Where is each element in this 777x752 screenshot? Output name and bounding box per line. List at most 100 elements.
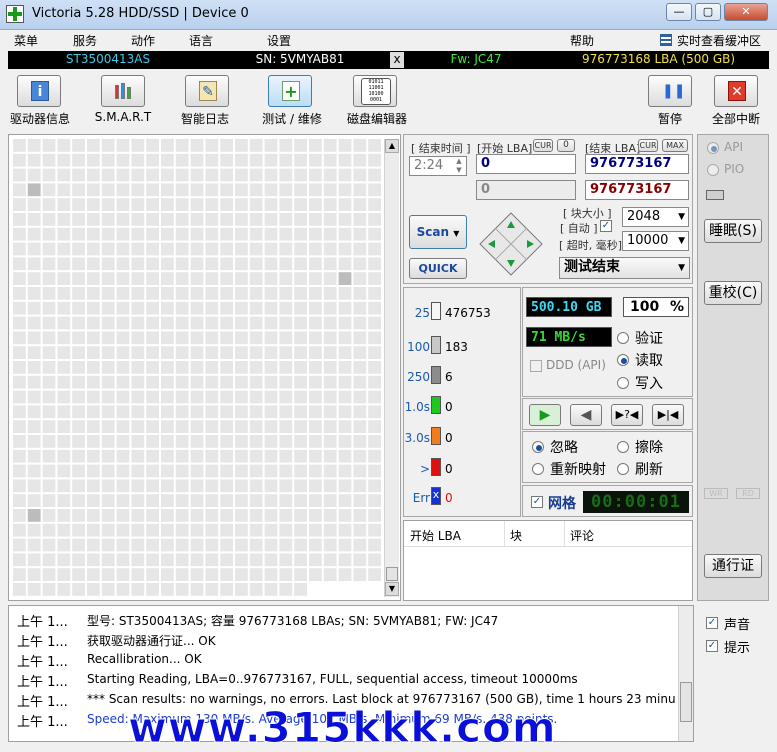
sector-cell [161, 242, 174, 256]
sector-cell [338, 139, 352, 152]
menu-item-action[interactable]: 动作 [131, 32, 155, 49]
sound-checkbox[interactable]: ✓ [706, 617, 718, 629]
sector-cell [190, 420, 204, 433]
sector-cell [294, 153, 307, 167]
api-radio[interactable] [707, 142, 719, 154]
minimize-button[interactable]: — [666, 3, 692, 21]
block-size-select[interactable]: 2048 ▼ [622, 207, 689, 227]
clear-drive-button[interactable]: x [390, 52, 404, 68]
quick-button[interactable]: QUICK [409, 258, 467, 279]
scan-button[interactable]: Scan ▼ [409, 215, 467, 249]
sector-cell [13, 346, 26, 359]
start-cur-button[interactable]: CUR [533, 139, 553, 152]
time-spinner-icon[interactable]: ▲ ▼ [453, 157, 465, 175]
sector-cell [72, 331, 85, 345]
ddd-api-checkbox[interactable] [530, 360, 542, 372]
sector-cell [101, 479, 115, 493]
sector-cell [264, 405, 278, 419]
sector-cell [235, 405, 248, 419]
play-forward-button[interactable]: ▶ [529, 404, 561, 426]
test-status-select[interactable]: 测试结束 ▼ [559, 257, 690, 279]
end-lba-field[interactable]: 976773167 [585, 154, 689, 174]
pio-radio[interactable] [707, 164, 719, 176]
timeout-select[interactable]: 10000 ▼ [622, 231, 689, 251]
sector-cell [323, 361, 337, 374]
hint-checkbox[interactable]: ✓ [706, 640, 718, 652]
auto-checkbox[interactable]: ✓ [600, 220, 612, 232]
disk-editor-button[interactable]: 01011 11001 10100 0001 [353, 75, 397, 107]
sector-cell [294, 553, 307, 567]
smart-button[interactable] [101, 75, 145, 107]
grid-scrollbar[interactable]: ▲ ▼ [384, 139, 399, 597]
erase-radio[interactable] [617, 441, 629, 453]
end-time-label: [ 结束时间 ] [411, 142, 471, 155]
menu-item-settings[interactable]: 设置 [267, 32, 291, 49]
scroll-down-arrow[interactable]: ▼ [385, 582, 399, 596]
sector-cell [72, 198, 85, 211]
skip-unknown-button[interactable]: ▶?◀ [611, 404, 643, 426]
sector-cell [353, 405, 367, 419]
recalibrate-button[interactable]: 重校(C) [704, 281, 762, 305]
sector-cell [131, 538, 145, 552]
sector-cell [101, 405, 115, 419]
pause-button[interactable]: ❚❚ [648, 75, 692, 107]
scroll-thumb[interactable] [386, 567, 398, 581]
sector-cell [161, 316, 174, 330]
sector-cell [294, 435, 307, 448]
menu-item-service[interactable]: 服务 [73, 32, 97, 49]
sector-cell [220, 509, 233, 522]
end-max-button[interactable]: MAX [662, 139, 688, 152]
smart-log-button[interactable]: ✎ [185, 75, 229, 107]
stop-all-button[interactable]: ✕ [714, 75, 758, 107]
sector-cell [175, 583, 189, 596]
ignore-radio[interactable] [532, 441, 544, 453]
sector-cell [205, 183, 219, 197]
log-time: 上午 1... [17, 695, 68, 710]
log-scroll-thumb[interactable] [680, 682, 692, 722]
sector-cell [175, 198, 189, 211]
sector-cell [294, 287, 307, 300]
sector-cell [235, 331, 248, 345]
menu-item-cache-view[interactable]: 实时查看缓冲区 [677, 32, 761, 49]
sector-cell [368, 301, 381, 315]
title-bar[interactable]: Victoria 5.28 HDD/SSD | Device 0 — ▢ ✕ [0, 0, 777, 30]
play-backward-button[interactable]: ◀ [570, 404, 602, 426]
end-lba-field-2[interactable]: 976773167 [585, 180, 689, 200]
remap-radio[interactable] [532, 463, 544, 475]
sector-cell [116, 553, 130, 567]
sector-cell [87, 257, 100, 271]
read-radio[interactable] [617, 354, 629, 366]
col-header-block[interactable]: 块 [510, 527, 522, 544]
refresh-radio[interactable] [617, 463, 629, 475]
sector-cell [190, 435, 204, 448]
pause-icon: ❚❚ [662, 83, 686, 99]
sector-cell [323, 287, 337, 300]
skip-end-button[interactable]: ▶|◀ [652, 404, 684, 426]
end-cur-button[interactable]: CUR [638, 139, 658, 152]
sector-cell [161, 301, 174, 315]
sector-cell [87, 242, 100, 256]
col-header-comment[interactable]: 评论 [570, 527, 594, 544]
start-lba-field[interactable]: 0 [476, 154, 576, 174]
log-scrollbar[interactable] [678, 606, 693, 741]
sector-cell [42, 568, 56, 581]
maximize-button[interactable]: ▢ [695, 3, 721, 21]
test-repair-button[interactable]: + [268, 75, 312, 107]
passport-button[interactable]: 通行证 [704, 554, 762, 578]
verify-radio[interactable] [617, 332, 629, 344]
menu-item-language[interactable]: 语言 [189, 32, 213, 49]
sector-cell [87, 464, 100, 478]
col-header-lba[interactable]: 开始 LBA [410, 527, 461, 544]
menu-item-help[interactable]: 帮助 [570, 32, 594, 49]
menu-item-menu[interactable]: 菜单 [14, 32, 38, 49]
write-radio[interactable] [617, 377, 629, 389]
direction-pad[interactable] [478, 211, 544, 277]
drive-info-button[interactable]: i [17, 75, 61, 107]
sleep-button[interactable]: 睡眠(S) [704, 219, 762, 243]
sector-cell [264, 316, 278, 330]
grid-checkbox[interactable]: ✓ [531, 496, 543, 508]
close-button[interactable]: ✕ [724, 3, 768, 21]
scroll-up-arrow[interactable]: ▲ [385, 139, 399, 153]
sector-cell [161, 198, 174, 211]
start-zero-button[interactable]: 0 [557, 139, 575, 152]
